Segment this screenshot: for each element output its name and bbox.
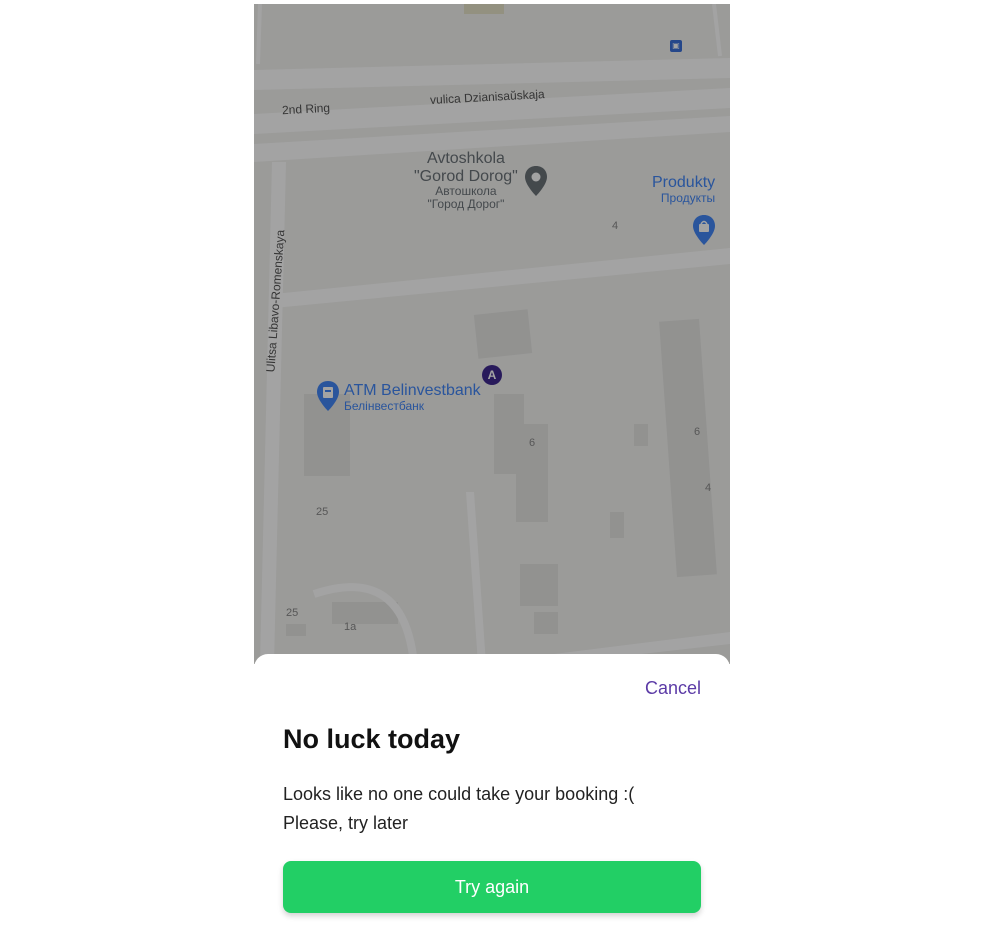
dialog-title: No luck today: [283, 724, 461, 754]
map-pin-icon[interactable]: [524, 165, 548, 197]
house-number: 4: [705, 482, 712, 494]
house-number: 25: [316, 506, 329, 518]
house-number: 4: [612, 220, 619, 232]
dialog-message-line: Please, try later: [283, 813, 409, 833]
map-building: [520, 564, 558, 606]
atm-pin-icon[interactable]: [316, 380, 340, 412]
map-building: [332, 602, 398, 624]
map-building: [610, 512, 624, 538]
poi-driving-school[interactable]: Avtoshkola "Gorod Dorog" Автошкола "Горо…: [414, 150, 518, 212]
map-building: [634, 424, 648, 446]
poi-atm[interactable]: ATM Belinvestbank Белінвестбанк: [344, 382, 481, 413]
road-label-ring: 2nd Ring: [281, 100, 331, 118]
poi-name-local: Белінвестбанк: [344, 398, 425, 413]
poi-name-local: Продукты: [660, 190, 716, 205]
dialog-message: Looks like no one could take your bookin…: [283, 780, 703, 838]
dialog-message-line: Looks like no one could take your bookin…: [283, 784, 635, 804]
poi-name: "Gorod Dorog": [414, 167, 518, 185]
shopping-bag-icon[interactable]: [692, 214, 716, 246]
map-road: [274, 248, 730, 308]
poi-name: ATM Belinvestbank: [344, 382, 481, 399]
map-view[interactable]: 2nd Ring vulica Dzianisaŭskaja Ulitsa Li…: [254, 4, 730, 664]
map-road: [712, 4, 722, 57]
map-building: [286, 624, 306, 636]
bus-stop-icon[interactable]: ▣: [670, 40, 682, 52]
map-building: [473, 309, 533, 359]
phone-screen: 2nd Ring vulica Dzianisaŭskaja Ulitsa Li…: [254, 4, 730, 948]
map-road: [254, 58, 730, 90]
bottom-sheet-dialog: Cancel No luck today Looks like no one c…: [254, 654, 730, 948]
house-number: 6: [529, 437, 536, 449]
poi-name: Avtoshkola: [426, 150, 505, 167]
map-road: [466, 492, 486, 664]
poi-name-local: "Город Дорог": [427, 197, 505, 212]
try-again-button[interactable]: Try again: [283, 861, 701, 913]
map-building: [659, 318, 717, 578]
map-building: [534, 612, 558, 634]
house-number: 6: [694, 426, 701, 438]
poi-name: Produkty: [652, 174, 716, 191]
poi-shop[interactable]: Produkty Продукты: [652, 174, 715, 205]
house-number: 25: [286, 607, 299, 619]
pickup-marker-a[interactable]: A: [482, 365, 502, 385]
map-building: [464, 4, 504, 14]
house-number: 1a: [344, 621, 357, 633]
map-road: [312, 583, 418, 664]
map-road: [256, 4, 262, 65]
cancel-button[interactable]: Cancel: [645, 678, 701, 699]
